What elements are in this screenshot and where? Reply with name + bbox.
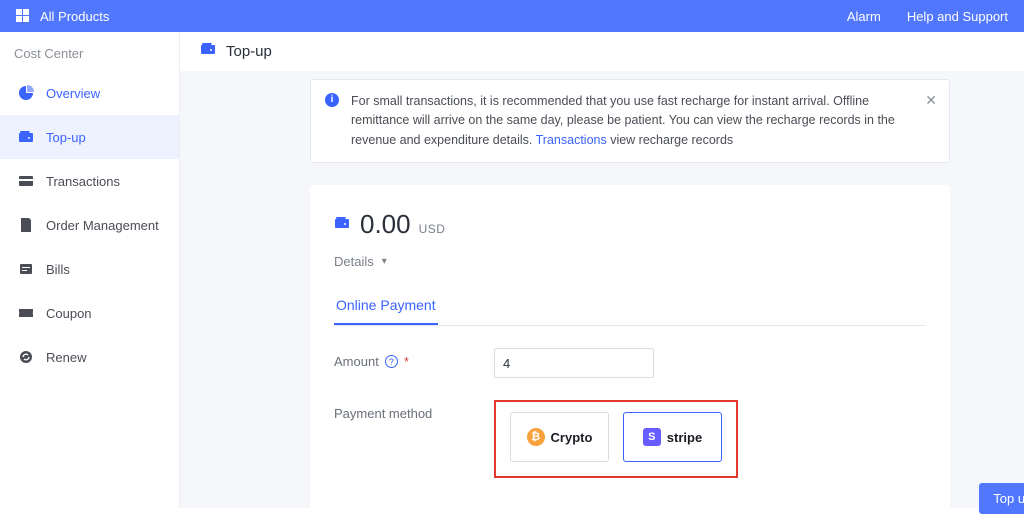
wallet-icon <box>200 42 216 60</box>
topbar-title[interactable]: All Products <box>40 9 109 24</box>
sidebar-item-bills[interactable]: Bills <box>0 247 179 291</box>
alarm-link[interactable]: Alarm <box>847 9 881 24</box>
info-icon: i <box>325 93 339 107</box>
coupon-icon <box>18 305 34 321</box>
card-icon <box>18 173 34 189</box>
sidebar-item-label: Bills <box>46 262 70 277</box>
sidebar-item-label: Renew <box>46 350 86 365</box>
chevron-down-icon: ▾ <box>382 256 387 267</box>
bills-icon <box>18 261 34 277</box>
sidebar-item-order-management[interactable]: Order Management <box>0 203 179 247</box>
topbar: All Products Alarm Help and Support <box>0 0 1024 32</box>
help-icon[interactable]: ? <box>385 355 398 368</box>
required-asterisk: * <box>404 354 409 369</box>
renew-icon <box>18 349 34 365</box>
sidebar-section-title: Cost Center <box>0 32 179 71</box>
balance-amount: 0.00 <box>360 209 411 240</box>
tab-online-payment[interactable]: Online Payment <box>334 289 438 325</box>
sidebar-item-label: Overview <box>46 86 100 101</box>
method-label: stripe <box>667 430 702 445</box>
sidebar-item-label: Order Management <box>46 218 159 233</box>
tabs: Online Payment <box>334 289 926 326</box>
sidebar-item-label: Transactions <box>46 174 120 189</box>
page-title: Top-up <box>226 43 272 60</box>
payment-method-stripe[interactable]: S stripe <box>623 412 722 462</box>
sidebar-item-coupon[interactable]: Coupon <box>0 291 179 335</box>
help-link[interactable]: Help and Support <box>907 9 1008 24</box>
details-label: Details <box>334 254 374 269</box>
sidebar: Cost Center Overview Top-up Transactions… <box>0 32 180 508</box>
amount-input[interactable] <box>494 348 654 378</box>
sidebar-item-transactions[interactable]: Transactions <box>0 159 179 203</box>
notice-text-after: view recharge records <box>607 133 733 147</box>
payment-methods-box: ₿ Crypto S stripe <box>494 400 738 478</box>
amount-label: Amount ? * <box>334 348 494 369</box>
payment-method-label: Payment method <box>334 400 494 421</box>
payment-method-crypto[interactable]: ₿ Crypto <box>510 412 609 462</box>
close-icon[interactable]: ✕ <box>925 90 937 112</box>
method-label: Crypto <box>551 430 593 445</box>
notice-transactions-link[interactable]: Transactions <box>536 133 607 147</box>
topup-card: 0.00 USD Details ▾ Online Payment Amount… <box>310 185 950 508</box>
sidebar-item-label: Coupon <box>46 306 92 321</box>
wallet-icon <box>334 216 350 235</box>
sidebar-item-renew[interactable]: Renew <box>0 335 179 379</box>
sidebar-item-overview[interactable]: Overview <box>0 71 179 115</box>
document-icon <box>18 217 34 233</box>
apps-grid-icon[interactable] <box>16 9 30 23</box>
sidebar-item-topup[interactable]: Top-up <box>0 115 179 159</box>
balance-currency: USD <box>419 222 446 236</box>
page-header: Top-up <box>180 32 1024 71</box>
notice-banner: i For small transactions, it is recommen… <box>310 79 950 163</box>
topup-immediately-button[interactable]: Top up Immediately <box>979 483 1024 514</box>
sidebar-item-label: Top-up <box>46 130 86 145</box>
stripe-icon: S <box>643 428 661 446</box>
wallet-icon <box>18 129 34 145</box>
bitcoin-icon: ₿ <box>527 428 545 446</box>
details-toggle[interactable]: Details ▾ <box>334 254 387 269</box>
pie-chart-icon <box>18 85 34 101</box>
